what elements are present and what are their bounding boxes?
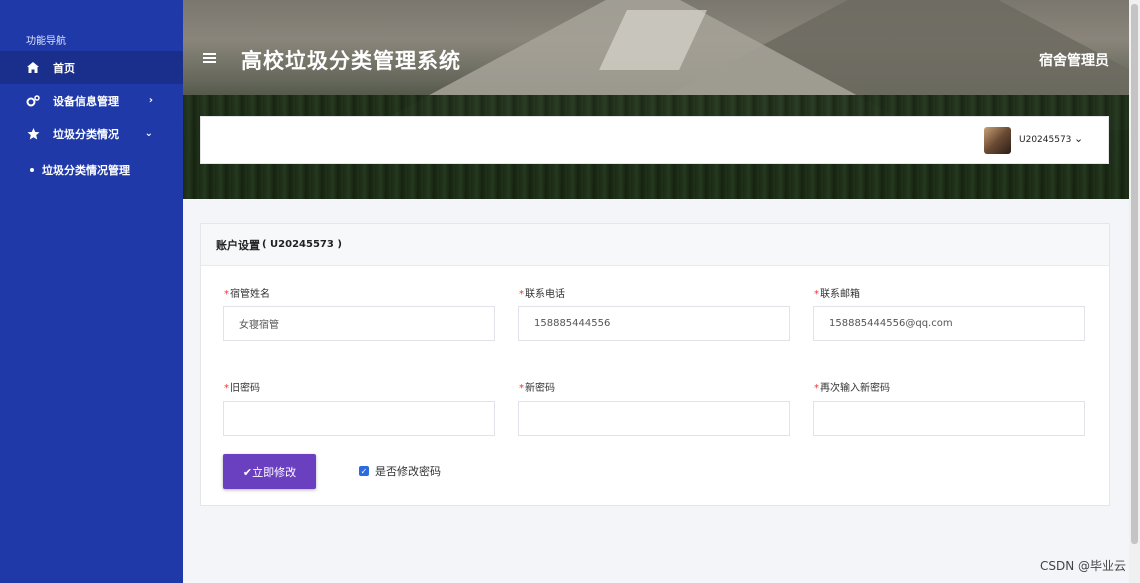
sidebar-heading: 功能导航 xyxy=(26,36,66,47)
card-title-uid: ( U20245573 ) xyxy=(262,239,342,250)
avatar[interactable] xyxy=(984,127,1011,154)
change-password-label: 是否修改密码 xyxy=(375,465,441,478)
user-role: 宿舍管理员 xyxy=(1039,53,1109,69)
old-password-field[interactable] xyxy=(223,401,495,436)
phone-field[interactable]: 158885444556 xyxy=(518,306,790,341)
chevron-down-icon[interactable]: ⌄ xyxy=(1074,132,1083,145)
name-field[interactable]: 女寝宿管 xyxy=(223,306,495,341)
header-banner xyxy=(183,0,1140,199)
chevron-down-icon: ⌄ xyxy=(144,128,153,139)
sidebar-subitem-label: 垃圾分类情况管理 xyxy=(42,164,130,177)
watermark: CSDN @毕业云 xyxy=(1039,559,1126,573)
sidebar-item-label: 首页 xyxy=(53,61,75,75)
star-icon xyxy=(26,127,40,141)
new-password-field[interactable] xyxy=(518,401,790,436)
bullet-icon xyxy=(30,168,34,172)
old-password-label: *旧密码 xyxy=(224,383,260,394)
submit-button[interactable]: ✔立即修改 xyxy=(223,454,316,489)
checkbox-checked-icon[interactable]: ✓ xyxy=(359,466,369,476)
gears-icon xyxy=(26,94,40,108)
email-label: *联系邮箱 xyxy=(814,289,860,300)
sidebar-item-sorting-status[interactable]: 垃圾分类情况 ⌄ xyxy=(0,117,183,150)
home-icon xyxy=(26,61,40,75)
user-bar: U20245573 ⌄ xyxy=(200,116,1109,164)
sidebar-item-label: 设备信息管理 xyxy=(53,94,119,108)
phone-label: *联系电话 xyxy=(519,289,565,300)
sidebar: 功能导航 首页 设备信息管理 › 垃圾分类情况 ⌄ 垃圾分类情况管理 xyxy=(0,0,183,583)
sidebar-item-device-info[interactable]: 设备信息管理 › xyxy=(0,84,183,117)
email-field[interactable]: 158885444556@qq.com xyxy=(813,306,1085,341)
scrollbar-thumb[interactable] xyxy=(1131,4,1138,544)
confirm-password-label: *再次输入新密码 xyxy=(814,383,890,394)
card-title: 账户设置 xyxy=(216,238,260,252)
confirm-password-field[interactable] xyxy=(813,401,1085,436)
account-settings-card: 账户设置 ( U20245573 ) xyxy=(200,223,1110,506)
sidebar-item-label: 垃圾分类情况 xyxy=(53,127,119,141)
change-password-toggle[interactable]: ✓ 是否修改密码 xyxy=(359,463,441,479)
menu-toggle-icon[interactable] xyxy=(203,53,216,63)
new-password-label: *新密码 xyxy=(519,383,555,394)
name-label: *宿管姓名 xyxy=(224,289,270,300)
sidebar-item-home[interactable]: 首页 xyxy=(0,51,183,84)
scrollbar[interactable] xyxy=(1129,0,1140,583)
app-title: 高校垃圾分类管理系统 xyxy=(241,49,461,73)
sidebar-subitem-sorting-management[interactable]: 垃圾分类情况管理 xyxy=(30,162,130,178)
chevron-right-icon: › xyxy=(148,95,153,106)
username[interactable]: U20245573 xyxy=(1019,135,1071,145)
card-header: 账户设置 ( U20245573 ) xyxy=(201,224,1109,266)
